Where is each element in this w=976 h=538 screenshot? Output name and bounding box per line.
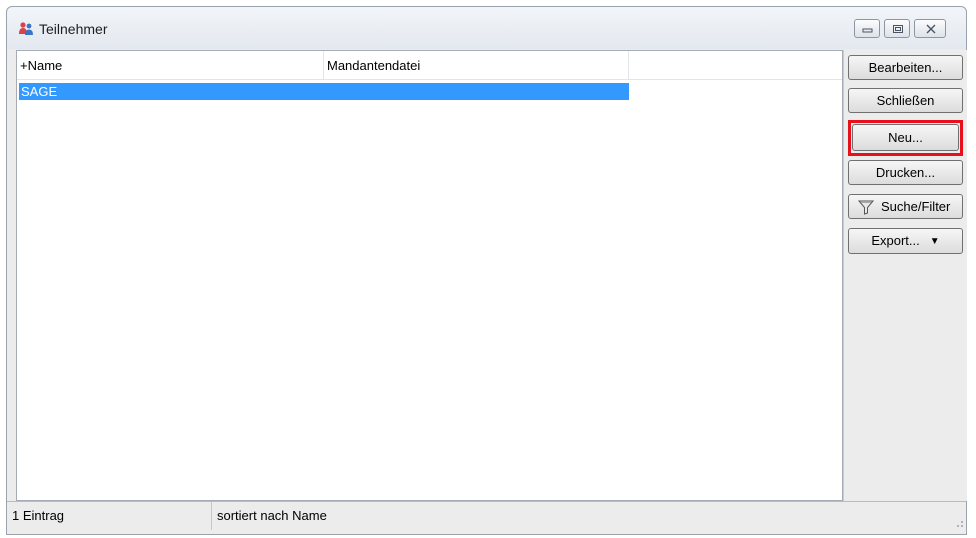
resize-grip-icon[interactable]: [952, 516, 964, 528]
column-header-name[interactable]: +Name: [17, 51, 324, 79]
dropdown-arrow-icon: ▼: [929, 236, 940, 247]
minimize-button[interactable]: [854, 19, 880, 38]
minimize-icon: [862, 28, 873, 33]
suche-filter-label: Suche/Filter: [881, 199, 951, 214]
maximize-button[interactable]: [884, 19, 910, 38]
close-button[interactable]: [914, 19, 946, 38]
drucken-button[interactable]: Drucken...: [848, 160, 963, 185]
teilnehmer-window: Teilnehmer +Name Mandantendatei SAGE Bea…: [6, 6, 967, 535]
title-bar: Teilnehmer: [7, 7, 966, 49]
schliessen-button[interactable]: Schließen: [848, 88, 963, 113]
list-header: +Name Mandantendatei: [17, 51, 842, 80]
table-row[interactable]: SAGE: [19, 83, 629, 100]
maximize-icon: [893, 25, 903, 33]
button-panel: [843, 50, 967, 501]
export-label: Export...: [871, 233, 920, 248]
close-icon: [926, 24, 936, 34]
column-header-mandantendatei[interactable]: Mandantendatei: [324, 51, 629, 79]
suche-filter-button[interactable]: Suche/Filter: [848, 194, 963, 219]
status-entry-count: 1 Eintrag: [7, 502, 212, 530]
status-bar: 1 Eintrag sortiert nach Name: [7, 501, 966, 530]
bearbeiten-button[interactable]: Bearbeiten...: [848, 55, 963, 80]
status-sort-order: sortiert nach Name: [217, 508, 327, 523]
row-name: SAGE: [21, 84, 58, 99]
window-title: Teilnehmer: [39, 21, 108, 37]
funnel-icon: [857, 199, 875, 222]
export-button[interactable]: Export... ▼: [848, 228, 963, 254]
neu-button[interactable]: Neu...: [852, 124, 959, 151]
app-icon: [18, 21, 34, 37]
participant-list[interactable]: +Name Mandantendatei SAGE: [16, 50, 843, 501]
